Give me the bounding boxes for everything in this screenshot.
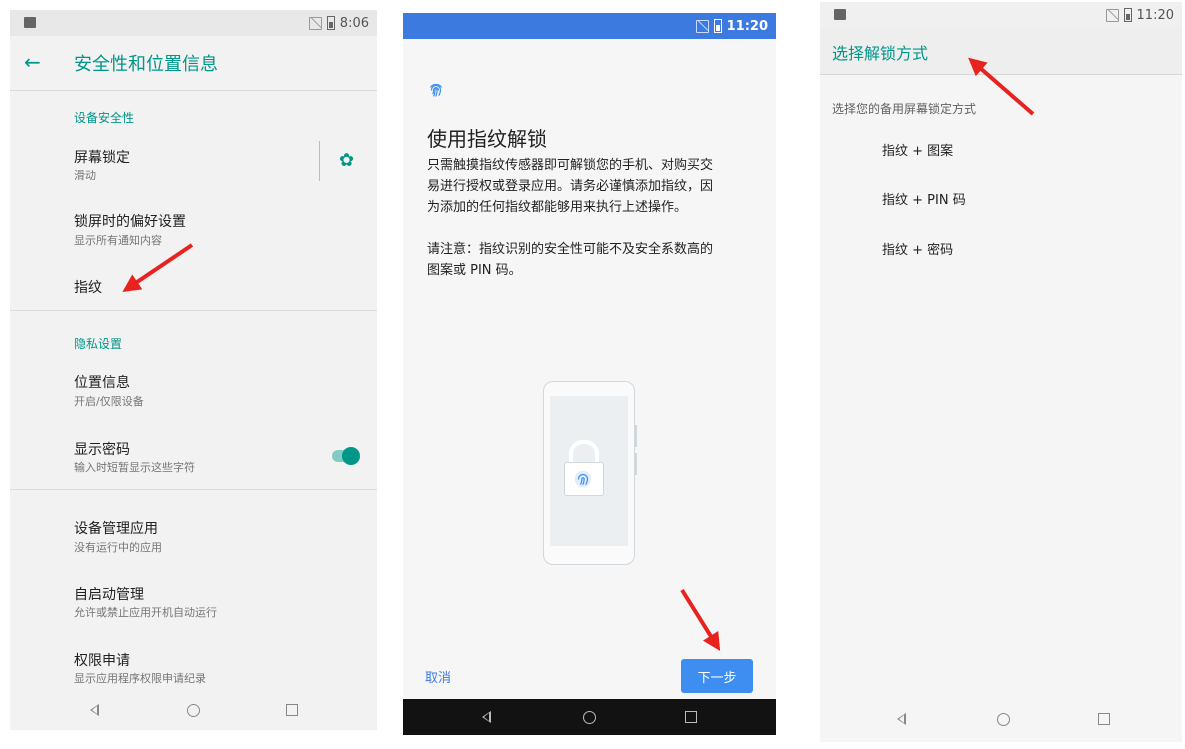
switch-thumb [342,447,360,465]
image-notification-icon [834,9,846,20]
status-bar: 11:20 [820,2,1182,28]
status-time: 11:20 [726,18,768,34]
section-subtitle: 选择您的备用屏幕锁定方式 [832,102,977,116]
status-bar: 11:20 [403,13,776,39]
status-bar: 8:06 [10,10,377,36]
nav-back-button[interactable] [466,699,506,735]
recents-square-icon [286,704,298,716]
device-admin-title: 设备管理应用 [74,521,158,537]
back-triangle-icon [89,704,99,716]
cancel-button[interactable]: 取消 [425,667,451,686]
nav-recents-button[interactable] [272,690,312,730]
battery-icon [1123,8,1132,22]
divider [319,141,320,181]
recents-square-icon [685,711,697,723]
image-notification-icon [24,17,36,28]
nav-back-button[interactable] [881,696,921,742]
divider [10,489,377,490]
show-password-summary: 输入时短暂显示这些字符 [74,461,195,474]
option-fingerprint-pin[interactable]: 指纹 + PIN 码 [882,189,966,208]
description-line: 易进行授权或登录应用。请务必谨慎添加指纹，因 [427,179,714,194]
home-circle-icon [996,712,1010,726]
next-button[interactable]: 下一步 [681,659,753,693]
nav-recents-button[interactable] [1084,696,1124,742]
location-summary: 开启/仅限设备 [74,395,144,408]
security-location-screen: 8:06 ← 安全性和位置信息 设备安全性 屏幕锁定 滑动 ✿ 锁屏时的偏好设置… [10,10,377,730]
recents-square-icon [1098,713,1110,725]
volume-button [634,425,637,447]
autostart-title: 自启动管理 [74,587,144,603]
battery-icon [326,16,335,30]
navigation-bar [820,696,1182,742]
pref-fingerprint[interactable]: 指纹 [74,277,102,297]
security-note-line: 请注意：指纹识别的安全性可能不及安全系数高的 [427,242,714,257]
page-title: 安全性和位置信息 [74,54,218,75]
description-line: 只需触摸指纹传感器即可解锁您的手机、对购买交 [427,158,714,173]
no-sim-icon [1105,8,1119,22]
security-note-line: 图案或 PIN 码。 [427,263,522,278]
lockscreen-pref-title: 锁屏时的偏好设置 [74,214,186,230]
fingerprint-unlock-screen: 11:20 使用指纹解锁 只需触摸指纹传感器即可解锁您的手机、对购买交 易进行授… [403,13,776,735]
navigation-bar [403,699,776,735]
no-sim-icon [695,19,709,33]
screen-lock-title: 屏幕锁定 [74,150,130,166]
nav-home-button[interactable] [569,699,609,735]
back-triangle-icon [481,711,491,723]
section-header-privacy: 隐私设置 [74,337,123,351]
screen-lock-summary: 滑动 [74,169,96,182]
fingerprint-icon [574,470,592,488]
app-bar: 选择解锁方式 [820,28,1182,75]
app-bar: ← 安全性和位置信息 [10,36,377,91]
phone-lock-illustration [543,381,635,565]
location-title: 位置信息 [74,375,130,391]
divider [10,310,377,311]
status-time: 11:20 [1136,7,1174,23]
back-arrow-icon[interactable]: ← [24,50,41,74]
page-title: 选择解锁方式 [832,44,929,63]
device-admin-summary: 没有运行中的应用 [74,541,162,554]
nav-back-button[interactable] [74,690,114,730]
lockscreen-pref-summary: 显示所有通知内容 [74,234,162,247]
battery-icon [713,19,722,33]
option-fingerprint-password[interactable]: 指纹 + 密码 [882,239,953,258]
section-header-device-security: 设备安全性 [74,111,135,125]
no-sim-icon [308,16,322,30]
fingerprint-icon [430,83,442,97]
show-password-title: 显示密码 [74,442,130,458]
gear-icon[interactable]: ✿ [339,150,354,171]
option-fingerprint-pattern[interactable]: 指纹 + 图案 [882,140,953,159]
page-title: 使用指纹解锁 [427,127,547,151]
nav-home-button[interactable] [173,690,213,730]
description-line: 为添加的任何指纹都能够用来执行上述操作。 [427,200,688,215]
home-circle-icon [186,703,200,717]
permission-summary: 显示应用程序权限申请纪录 [74,672,206,685]
permission-title: 权限申请 [74,653,130,669]
back-triangle-icon [896,713,906,725]
status-time: 8:06 [339,15,369,31]
autostart-summary: 允许或禁止应用开机自动运行 [74,606,217,619]
nav-home-button[interactable] [983,696,1023,742]
navigation-bar [10,690,377,730]
choose-unlock-screen: 11:20 选择解锁方式 选择您的备用屏幕锁定方式 指纹 + 图案 指纹 + P… [820,2,1182,742]
power-button [634,453,637,475]
home-circle-icon [582,710,596,724]
nav-recents-button[interactable] [671,699,711,735]
